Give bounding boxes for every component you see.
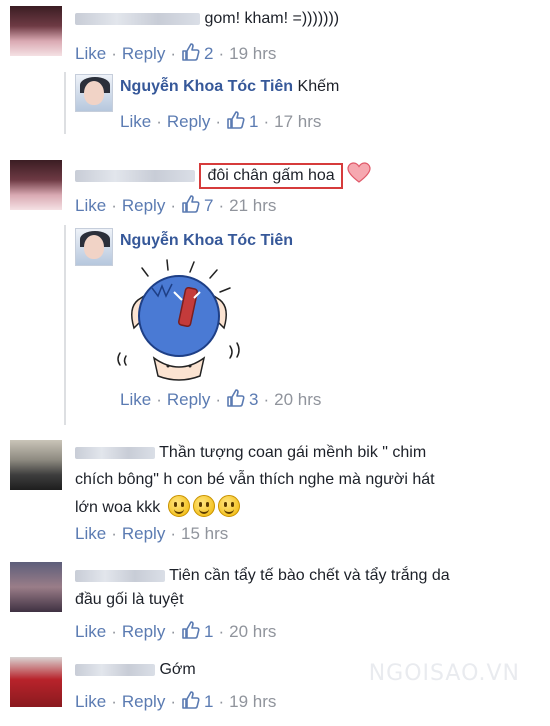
reply-link[interactable]: Reply <box>122 692 165 711</box>
timestamp[interactable]: 17 hrs <box>274 112 321 131</box>
reply-actions: Like · Reply · 3 · 20 hrs <box>120 388 321 413</box>
comment-text-line: lớn woa kkk <box>75 495 240 519</box>
comment-text-line: Tiên cần tẩy tế bào chết và tẩy trắng da <box>75 565 450 587</box>
reply-thread-line <box>64 225 66 425</box>
like-link[interactable]: Like <box>120 390 151 409</box>
blurred-author-name[interactable] <box>75 12 200 25</box>
avatar[interactable] <box>10 562 62 612</box>
highlighted-comment-text: đôi chân gấm hoa <box>199 163 343 189</box>
like-count: 2 <box>204 44 214 63</box>
heart-icon <box>347 162 371 191</box>
avatar[interactable] <box>10 160 62 210</box>
smiley-icon <box>217 495 240 517</box>
reply-link[interactable]: Reply <box>167 390 210 409</box>
watermark-logo: NGOISAO.VN <box>368 661 520 686</box>
avatar[interactable] <box>75 228 113 266</box>
reply-thread-line <box>64 72 66 134</box>
reply-text-line: Nguyễn Khoa Tóc Tiên <box>120 230 293 252</box>
like-link[interactable]: Like <box>75 524 106 543</box>
timestamp[interactable]: 21 hrs <box>229 196 276 215</box>
comment-text: Thần tượng coan gái mềnh bik " chim <box>159 444 427 461</box>
timestamp[interactable]: 20 hrs <box>229 622 276 641</box>
comment-text-line: chích bông" h con bé vẫn thích nghe mà n… <box>75 469 435 491</box>
timestamp[interactable]: 20 hrs <box>274 390 321 409</box>
reply-link[interactable]: Reply <box>122 622 165 641</box>
comment-text: lớn woa kkk <box>75 499 161 516</box>
reply-link[interactable]: Reply <box>122 524 165 543</box>
like-count: 3 <box>249 390 259 409</box>
thumbs-up-icon[interactable] <box>226 388 246 413</box>
reply-actions: Like · Reply · 1 · 17 hrs <box>120 110 321 135</box>
like-link[interactable]: Like <box>75 44 106 63</box>
like-count: 1 <box>204 622 214 641</box>
like-link[interactable]: Like <box>120 112 151 131</box>
reply-text: Khếm <box>297 78 340 95</box>
comment-text-line: đầu gối là tuyệt <box>75 589 184 611</box>
timestamp[interactable]: 19 hrs <box>229 44 276 63</box>
like-link[interactable]: Like <box>75 692 106 711</box>
comment-text-line: Gớm <box>75 659 196 681</box>
avatar[interactable] <box>10 6 62 56</box>
like-count: 7 <box>204 196 214 215</box>
smiley-icon <box>192 495 215 517</box>
timestamp[interactable]: 19 hrs <box>229 692 276 711</box>
thumbs-up-icon[interactable] <box>226 110 246 135</box>
like-link[interactable]: Like <box>75 622 106 641</box>
comment-actions: Like · Reply · 7 · 21 hrs <box>75 194 276 219</box>
smiley-icon <box>167 495 190 517</box>
like-count: 1 <box>249 112 259 131</box>
timestamp[interactable]: 15 hrs <box>181 524 228 543</box>
reply-link[interactable]: Reply <box>167 112 210 131</box>
thumbs-up-icon[interactable] <box>181 42 201 67</box>
thumbs-up-icon[interactable] <box>181 690 201 715</box>
blurred-author-name[interactable] <box>75 663 155 676</box>
comment-text: đầu gối là tuyệt <box>75 591 184 608</box>
blurred-author-name[interactable] <box>75 169 195 182</box>
comment-actions: Like · Reply · 15 hrs <box>75 524 229 543</box>
blurred-author-name[interactable] <box>75 446 155 459</box>
avatar[interactable] <box>10 657 62 707</box>
thumbs-up-icon[interactable] <box>181 620 201 645</box>
reply-author-name[interactable]: Nguyễn Khoa Tóc Tiên <box>120 232 293 249</box>
reply-link[interactable]: Reply <box>122 196 165 215</box>
flexing-sticker[interactable] <box>112 258 247 383</box>
comment-text: Gớm <box>159 661 196 678</box>
comment-actions: Like · Reply · 1 · 20 hrs <box>75 620 276 645</box>
like-link[interactable]: Like <box>75 196 106 215</box>
comment-text: chích bông" h con bé vẫn thích nghe mà n… <box>75 471 435 488</box>
comment-text-line: đôi chân gấm hoa <box>75 162 371 191</box>
like-count: 1 <box>204 692 214 711</box>
comment-text: gom! kham! =))))))) <box>204 10 340 27</box>
comment-text: Tiên cần tẩy tế bào chết và tẩy trắng da <box>169 567 450 584</box>
comment-text-line: gom! kham! =))))))) <box>75 8 339 30</box>
reply-author-name[interactable]: Nguyễn Khoa Tóc Tiên <box>120 78 293 95</box>
reply-link[interactable]: Reply <box>122 44 165 63</box>
avatar[interactable] <box>75 74 113 112</box>
avatar[interactable] <box>10 440 62 490</box>
comment-actions: Like · Reply · 1 · 19 hrs <box>75 690 276 715</box>
reply-text-line: Nguyễn Khoa Tóc Tiên Khếm <box>120 76 339 98</box>
thumbs-up-icon[interactable] <box>181 194 201 219</box>
comment-actions: Like · Reply · 2 · 19 hrs <box>75 42 276 67</box>
comment-text-line: Thần tượng coan gái mềnh bik " chim <box>75 442 426 464</box>
blurred-author-name[interactable] <box>75 569 165 582</box>
